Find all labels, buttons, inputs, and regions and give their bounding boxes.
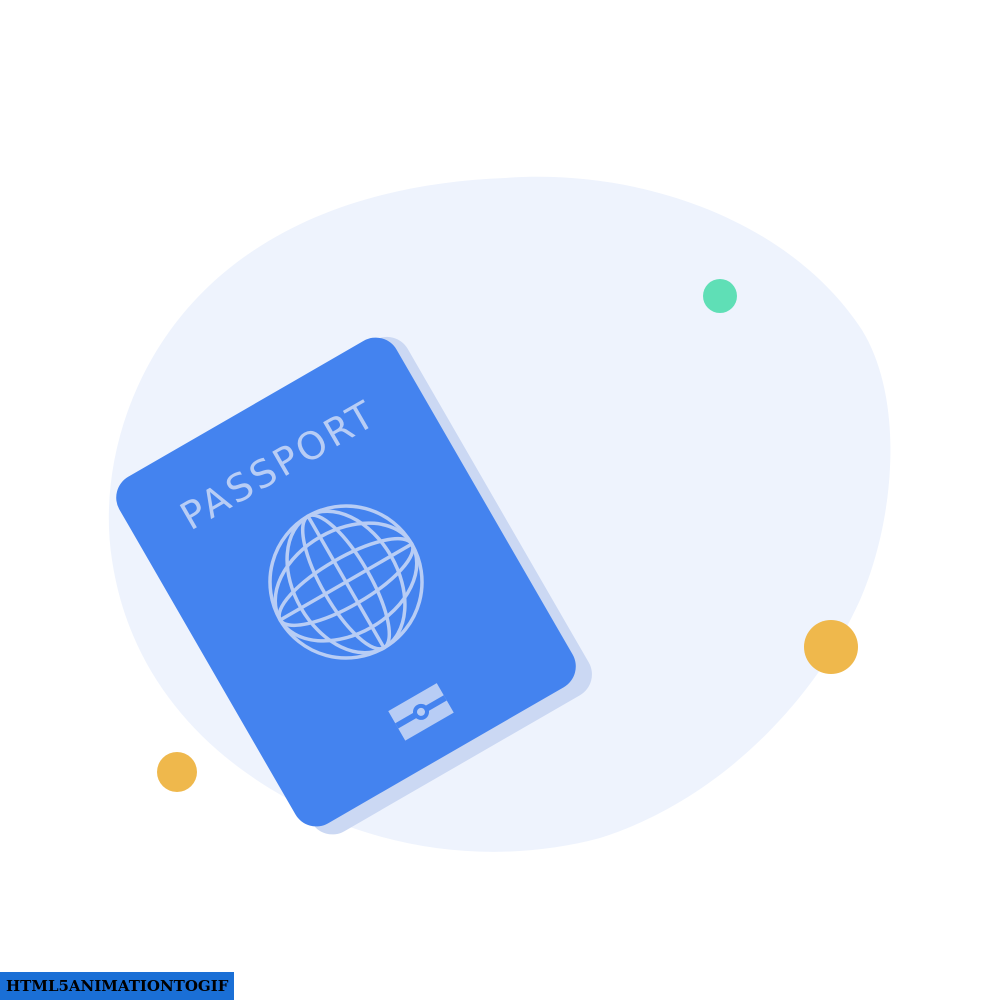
illustration-canvas: PASSPORT — [108, 176, 891, 852]
yellow-dot-small — [157, 752, 197, 792]
watermark-label: HTML5ANIMATIONTOGIF — [0, 972, 235, 1000]
green-dot — [703, 279, 737, 313]
yellow-dot-large — [804, 620, 858, 674]
